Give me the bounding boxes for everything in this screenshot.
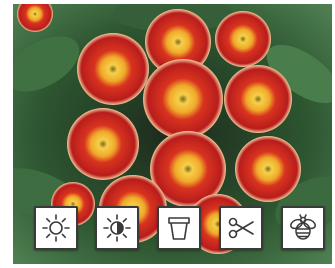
pruning-button[interactable] — [219, 206, 263, 250]
pot-icon — [168, 217, 190, 240]
plant-card — [0, 0, 335, 268]
partial-sun-button[interactable] — [95, 206, 139, 250]
care-toolbar — [0, 206, 335, 254]
scissors-icon — [228, 217, 254, 239]
container-button[interactable] — [157, 206, 201, 250]
half-sun-icon — [103, 214, 131, 242]
pollinators-button[interactable] — [281, 206, 325, 250]
bee-icon — [290, 214, 316, 240]
sun-icon — [42, 214, 70, 242]
full-sun-button[interactable] — [34, 206, 78, 250]
